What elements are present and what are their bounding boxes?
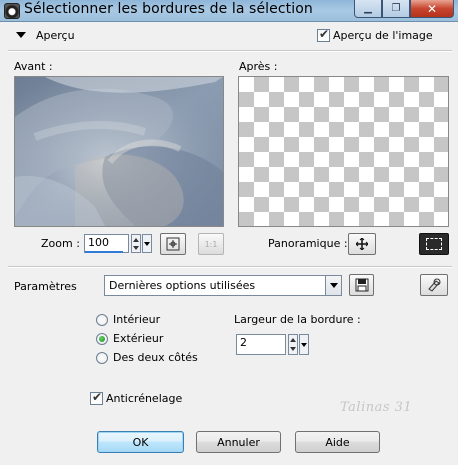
collapse-arrow-icon[interactable] bbox=[16, 32, 26, 38]
interieur-label[interactable]: Intérieur bbox=[113, 313, 160, 326]
spin-down-icon[interactable] bbox=[290, 347, 296, 351]
both-sides-label[interactable]: Des deux côtés bbox=[113, 351, 198, 364]
cancel-button[interactable]: Annuler bbox=[196, 431, 281, 453]
checkmark-icon: ✔ bbox=[92, 390, 103, 404]
radio-exterieur[interactable] bbox=[96, 333, 108, 345]
preview-section-label: Aperçu bbox=[36, 29, 75, 42]
chevron-down-icon bbox=[330, 283, 338, 288]
preset-dropdown[interactable]: Dernières options utilisées bbox=[104, 275, 342, 296]
border-width-input[interactable]: 2 bbox=[236, 334, 286, 355]
spin-up-icon[interactable] bbox=[290, 338, 296, 342]
help-button[interactable]: Aide bbox=[295, 431, 380, 453]
pan-button[interactable] bbox=[348, 233, 376, 255]
after-preview-transparent-checkerboard[interactable] bbox=[238, 76, 449, 227]
reset-preset-button[interactable] bbox=[420, 274, 448, 296]
before-label: Avant : bbox=[14, 60, 53, 73]
move-cross-icon bbox=[356, 238, 368, 250]
zoom-spinner[interactable] bbox=[131, 234, 141, 253]
title-bar[interactable]: Sélectionner les bordures de la sélectio… bbox=[0, 0, 458, 22]
window-controls: ▁ ❐ ✕ bbox=[354, 0, 454, 18]
after-label: Après : bbox=[239, 60, 278, 73]
zoom-dropdown-button[interactable] bbox=[142, 234, 152, 253]
chevron-down-icon bbox=[144, 242, 150, 246]
minimize-button[interactable]: ▁ bbox=[354, 0, 382, 18]
window-title: Sélectionner les bordures de la sélectio… bbox=[24, 1, 313, 17]
ok-button[interactable]: OK bbox=[97, 431, 184, 453]
selection-preview-toggle[interactable] bbox=[419, 233, 449, 255]
restore-button[interactable]: ❐ bbox=[382, 0, 410, 18]
zoom-to-fit-button[interactable] bbox=[160, 233, 186, 255]
dashed-selection-icon bbox=[426, 238, 442, 250]
border-width-label: Largeur de la bordure : bbox=[234, 313, 361, 326]
checkmark-icon: ✔ bbox=[319, 27, 330, 41]
radio-interieur[interactable] bbox=[96, 314, 108, 326]
actual-size-button[interactable]: 1:1 bbox=[198, 233, 224, 255]
chevron-down-icon bbox=[301, 343, 307, 347]
antialias-label[interactable]: Anticrénelage bbox=[106, 392, 182, 405]
pan-label: Panoramique : bbox=[268, 237, 348, 250]
border-width-dropdown-button[interactable] bbox=[299, 334, 309, 355]
close-button[interactable]: ✕ bbox=[410, 0, 454, 18]
before-preview[interactable] bbox=[14, 76, 224, 227]
before-preview-image bbox=[15, 77, 223, 226]
preset-value: Dernières options utilisées bbox=[109, 279, 256, 292]
exterieur-label[interactable]: Extérieur bbox=[113, 332, 163, 345]
spin-up-icon[interactable] bbox=[133, 238, 139, 242]
divider bbox=[8, 266, 452, 268]
zoom-input-underline bbox=[85, 251, 123, 253]
zoom-fit-icon bbox=[166, 237, 180, 251]
divider bbox=[8, 50, 452, 52]
parameters-label: Paramètres bbox=[14, 280, 77, 293]
zoom-label: Zoom : bbox=[41, 237, 80, 250]
preview-image-label[interactable]: Aperçu de l'image bbox=[333, 29, 433, 42]
app-camera-icon bbox=[4, 3, 20, 19]
border-width-spinner[interactable] bbox=[288, 334, 298, 355]
preview-image-checkbox[interactable]: ✔ bbox=[317, 27, 330, 42]
spin-down-icon[interactable] bbox=[133, 246, 139, 250]
reset-preset-icon bbox=[428, 278, 441, 292]
save-preset-button[interactable] bbox=[349, 274, 374, 296]
save-preset-icon bbox=[355, 278, 368, 292]
antialias-checkbox[interactable]: ✔ bbox=[90, 390, 103, 405]
watermark: Talinas 31 bbox=[340, 400, 413, 415]
preset-dropdown-arrow[interactable] bbox=[325, 276, 341, 295]
radio-both-sides[interactable] bbox=[96, 352, 108, 364]
